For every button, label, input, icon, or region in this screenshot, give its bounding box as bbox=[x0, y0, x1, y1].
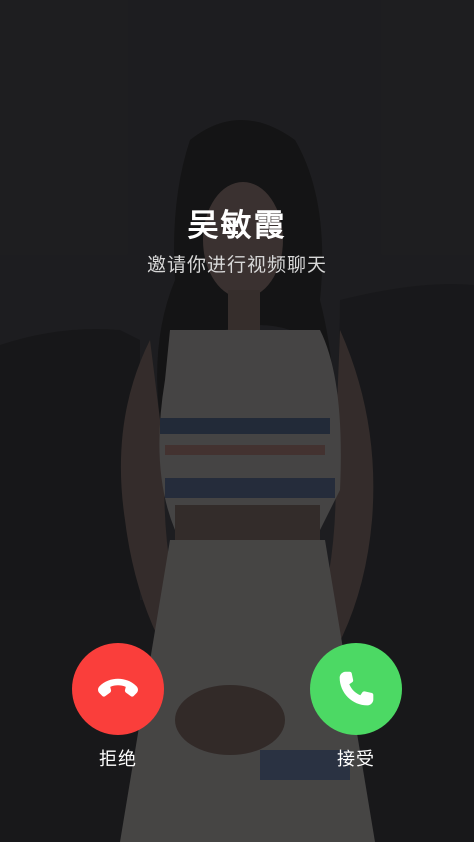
incoming-video-call-screen: 吴敏霞 邀请你进行视频聊天 拒绝 接受 bbox=[0, 0, 474, 842]
phone-icon bbox=[339, 671, 374, 706]
decline-call-button[interactable] bbox=[72, 643, 164, 735]
phone-hangup-icon bbox=[98, 678, 138, 697]
accept-action: 接受 bbox=[309, 643, 403, 771]
call-status-text: 邀请你进行视频聊天 bbox=[146, 254, 327, 276]
caller-name: 吴敏霞 bbox=[187, 208, 287, 244]
decline-label: 拒绝 bbox=[99, 749, 137, 770]
accept-label: 接受 bbox=[337, 749, 375, 770]
decline-action: 拒绝 bbox=[71, 643, 165, 771]
accept-call-button[interactable] bbox=[310, 643, 402, 735]
